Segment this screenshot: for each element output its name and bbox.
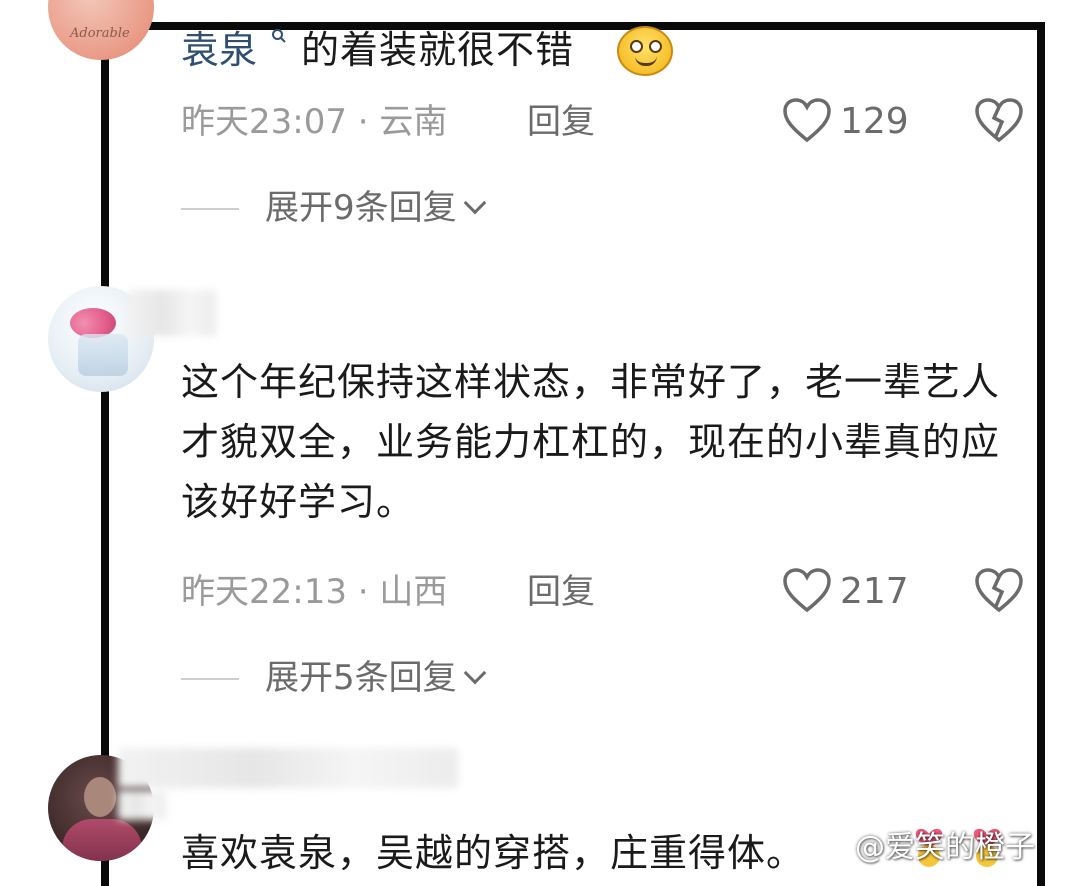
- broken-heart-icon[interactable]: [974, 98, 1024, 144]
- smiley-emoji-icon: [617, 26, 673, 76]
- face-image: [84, 777, 116, 817]
- broken-heart-icon[interactable]: [974, 568, 1024, 614]
- expand-replies-label: 展开5条回复: [265, 658, 457, 698]
- divider-line: [181, 678, 239, 680]
- comment-username[interactable]: 袁泉: [181, 20, 257, 80]
- like-count: 129: [840, 101, 909, 142]
- comment-timestamp: 昨天23:07 · 云南: [181, 102, 448, 142]
- reply-button[interactable]: 回复: [527, 570, 595, 614]
- heart-outline-icon[interactable]: [782, 98, 832, 144]
- comment-text: 的着装就很不错: [301, 28, 575, 72]
- divider-line: [181, 208, 239, 210]
- reply-button[interactable]: 回复: [527, 100, 595, 144]
- comment-text: 这个年纪保持这样状态，非常好了，老一辈艺人才貌双全，业务能力杠杠的，现在的小辈真…: [181, 360, 1001, 524]
- shirt-image: [62, 819, 142, 861]
- chevron-down-icon: [463, 661, 486, 685]
- blurred-username: [118, 790, 166, 820]
- avatar-caption: Adorable: [70, 26, 130, 41]
- expand-replies-button[interactable]: 展开5条回复: [265, 656, 486, 700]
- blurred-username: [128, 290, 216, 336]
- expand-replies-button[interactable]: 展开9条回复: [265, 186, 486, 230]
- glass-image: [78, 334, 128, 376]
- blurred-username: [118, 748, 458, 788]
- expand-replies-label: 展开9条回复: [265, 188, 457, 228]
- chevron-down-icon: [463, 191, 486, 215]
- comment-timestamp: 昨天22:13 · 山西: [181, 572, 448, 612]
- watermark: @爱笑的橙子: [855, 830, 1035, 865]
- comment-text: 喜欢袁泉，吴越的穿搭，庄重得体。: [181, 831, 806, 875]
- heart-outline-icon[interactable]: [782, 568, 832, 614]
- search-icon[interactable]: [271, 28, 287, 48]
- like-count: 217: [840, 571, 909, 612]
